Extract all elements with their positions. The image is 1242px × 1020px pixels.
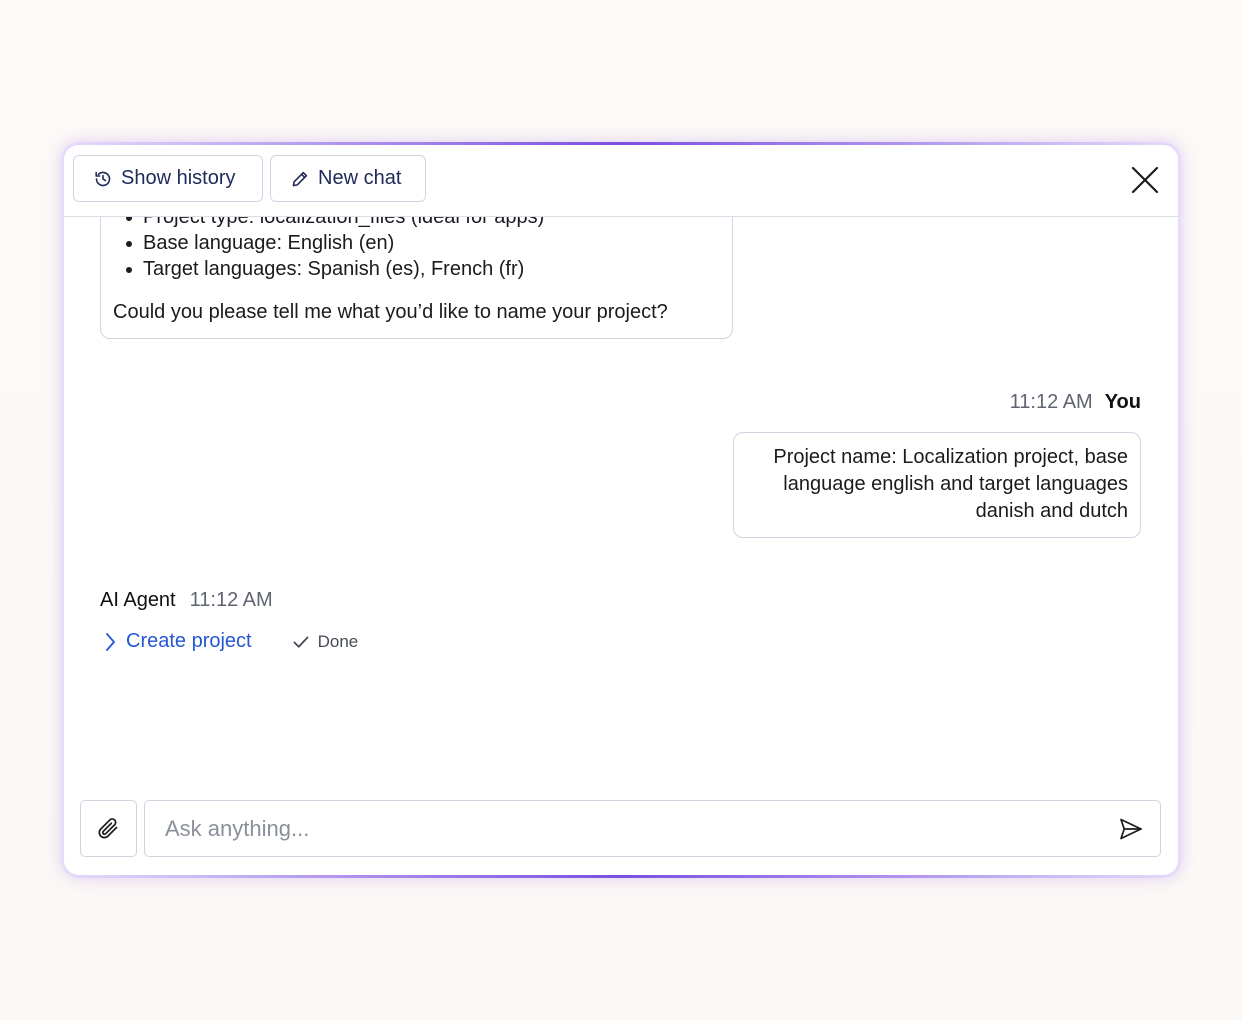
chat-header: Show history New chat — [64, 145, 1178, 217]
agent-message-author: AI Agent — [100, 589, 176, 611]
tool-call-status: Done — [292, 631, 359, 652]
paperclip-icon — [98, 817, 117, 838]
project-details-list: Project type: localization_files (ideal … — [125, 217, 544, 282]
list-item: Project type: localization_files (ideal … — [125, 217, 544, 230]
user-message-author: You — [1104, 391, 1141, 413]
send-icon — [1120, 818, 1142, 840]
tool-call-label: Create project — [126, 630, 252, 652]
close-icon — [1131, 166, 1159, 194]
close-button[interactable] — [1128, 163, 1162, 197]
new-chat-button[interactable]: New chat — [270, 155, 426, 202]
page-background: Show history New chat Project type: loca… — [0, 0, 1242, 1020]
message-list[interactable]: Project type: localization_files (ideal … — [64, 217, 1178, 777]
chevron-right-icon — [102, 631, 118, 653]
message-input[interactable] — [163, 801, 1097, 857]
user-message-line: danish and dutch — [975, 500, 1128, 522]
send-button[interactable] — [1118, 816, 1144, 842]
agent-message-meta: AI Agent 11:12 AM — [100, 589, 273, 612]
chat-panel: Show history New chat Project type: loca… — [64, 145, 1178, 875]
create-project-toggle[interactable]: Create project — [102, 630, 252, 653]
history-icon — [94, 170, 112, 188]
user-message-line: Project name: Localization project, base — [773, 446, 1128, 468]
user-message-meta: 11:12 AM You — [1010, 391, 1141, 414]
agent-message-time: 11:12 AM — [189, 589, 273, 611]
tool-call-status-label: Done — [317, 631, 359, 651]
list-item: Target languages: Spanish (es), French (… — [125, 256, 544, 282]
attach-button[interactable] — [80, 800, 137, 857]
new-chat-label: New chat — [318, 167, 402, 189]
agent-message-bubble: Project type: localization_files (ideal … — [100, 217, 733, 339]
message-composer — [144, 800, 1161, 857]
list-item: Base language: English (en) — [125, 230, 544, 256]
user-message-time: 11:12 AM — [1009, 391, 1093, 413]
user-message-line: language english and target languages — [783, 473, 1128, 495]
show-history-label: Show history — [121, 167, 236, 189]
show-history-button[interactable]: Show history — [73, 155, 263, 202]
tool-call-row: Create project Done — [102, 630, 358, 653]
user-message-bubble: Project name: Localization project, base… — [733, 432, 1141, 538]
pencil-icon — [291, 170, 309, 188]
check-icon — [292, 634, 310, 650]
agent-question-text: Could you please tell me what you’d like… — [113, 301, 668, 323]
